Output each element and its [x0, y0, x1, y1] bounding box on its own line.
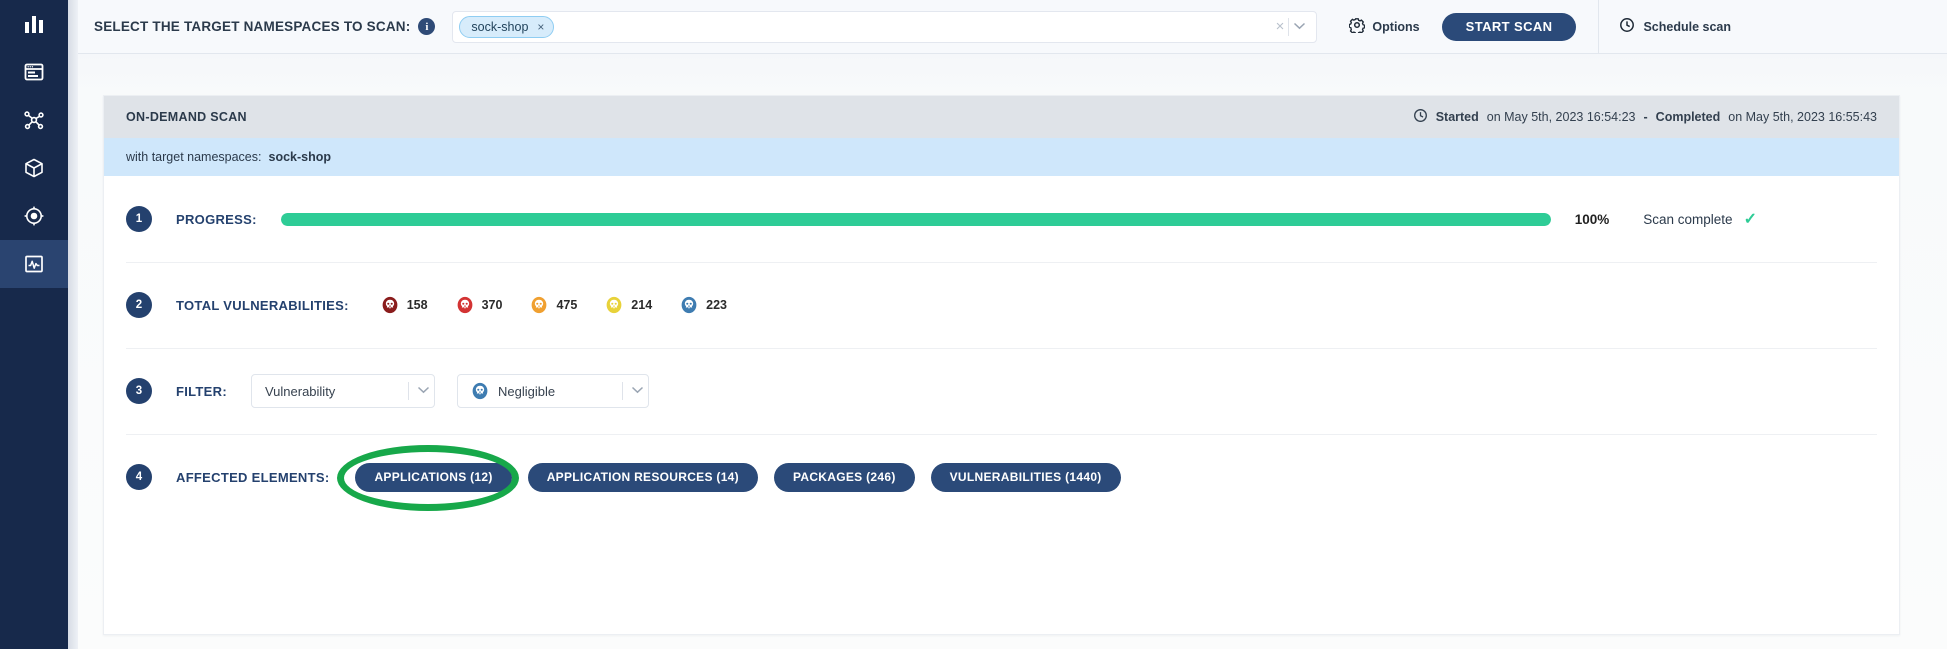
severity-counts: 158 370 475 214 223 — [381, 296, 727, 314]
affected-vulnerabilities-button[interactable]: VULNERABILITIES (1440) — [930, 462, 1121, 492]
schedule-scan-label: Schedule scan — [1643, 19, 1731, 34]
filter-type-value: Vulnerability — [264, 383, 336, 399]
browser-window-icon — [23, 61, 45, 83]
clock-icon — [1413, 108, 1428, 126]
chevron-down-icon[interactable] — [1293, 21, 1306, 33]
progress-status: Scan complete — [1643, 211, 1733, 227]
sidebar-item-scan-monitor[interactable] — [0, 240, 68, 288]
scan-summary-card: ON-DEMAND SCAN Started on May 5th, 2023 … — [103, 95, 1900, 635]
clear-icon[interactable]: × — [1276, 19, 1285, 34]
page-body: ON-DEMAND SCAN Started on May 5th, 2023 … — [78, 54, 1947, 649]
chevron-down-icon[interactable] — [631, 385, 644, 397]
target-namespace-label: with target namespaces: — [126, 150, 262, 164]
close-icon[interactable]: × — [537, 20, 544, 34]
field-controls: × — [1276, 17, 1311, 36]
total-vulnerabilities-label: TOTAL VULNERABILITIES: — [176, 297, 349, 313]
severity-critical: 158 — [381, 296, 428, 314]
filter-row: 3 FILTER: Vulnerability Negligible — [104, 348, 1899, 434]
severity-critical-icon — [381, 296, 399, 314]
affected-applications-button[interactable]: APPLICATIONS (12) — [355, 462, 512, 492]
card-title: ON-DEMAND SCAN — [126, 110, 247, 124]
severity-negligible: 223 — [680, 296, 727, 314]
severity-medium: 475 — [530, 296, 577, 314]
select-controls — [394, 382, 430, 400]
filter-label: FILTER: — [176, 383, 227, 399]
affected-elements-buttons: APPLICATIONS (12) APPLICATION RESOURCES (… — [337, 444, 1121, 511]
completed-label: Completed — [1655, 110, 1721, 124]
severity-critical-count: 158 — [406, 298, 428, 312]
filter-type-select[interactable]: Vulnerability — [250, 374, 435, 408]
chevron-down-icon[interactable] — [417, 385, 430, 397]
target-scan-icon — [23, 205, 45, 227]
started-label: Started — [1435, 110, 1479, 124]
affected-packages-button[interactable]: PACKAGES (246) — [773, 462, 915, 492]
divider — [621, 382, 623, 400]
card-header: ON-DEMAND SCAN Started on May 5th, 2023 … — [104, 96, 1899, 138]
progress-percent: 100% — [1574, 211, 1610, 227]
affected-application-resources-button[interactable]: APPLICATION RESOURCES (14) — [527, 462, 758, 492]
namespace-select-label: SELECT THE TARGET NAMESPACES TO SCAN: — [94, 19, 411, 34]
target-namespace-banner: with target namespaces: sock-shop — [104, 138, 1899, 176]
progress-label: PROGRESS: — [176, 211, 257, 227]
toolbar: SELECT THE TARGET NAMESPACES TO SCAN: i … — [78, 0, 1947, 54]
divider — [407, 382, 409, 400]
sidebar-item-topology[interactable] — [0, 96, 68, 144]
severity-negligible-icon — [471, 382, 489, 400]
severity-medium-count: 475 — [556, 298, 578, 312]
info-icon[interactable]: i — [418, 18, 436, 35]
namespace-chip-label: sock-shop — [471, 19, 529, 34]
step-number-2: 2 — [126, 292, 152, 318]
schedule-scan-button[interactable]: Schedule scan — [1619, 17, 1731, 36]
progress-bar — [280, 212, 1551, 226]
divider — [1288, 17, 1290, 36]
total-vulnerabilities-row: 2 TOTAL VULNERABILITIES: 158 370 475 214 223 — [104, 262, 1899, 348]
severity-low-count: 214 — [631, 298, 653, 312]
options-button[interactable]: Options — [1349, 17, 1420, 36]
filter-severity-value: Negligible — [497, 383, 556, 399]
namespace-chip[interactable]: sock-shop × — [459, 15, 555, 38]
step-number-4: 4 — [126, 464, 152, 490]
start-scan-button[interactable]: START SCAN — [1441, 12, 1577, 41]
step-number-3: 3 — [126, 378, 152, 404]
severity-low-icon — [605, 296, 623, 314]
severity-low: 214 — [605, 296, 652, 314]
namespace-select-input[interactable]: sock-shop × × — [452, 10, 1318, 43]
check-icon: ✓ — [1743, 211, 1757, 228]
timestamp-separator: - — [1643, 110, 1648, 124]
sidebar-item-targets[interactable] — [0, 192, 68, 240]
sidebar — [0, 0, 68, 649]
severity-medium-icon — [530, 296, 548, 314]
options-label: Options — [1372, 19, 1420, 34]
sidebar-divider — [68, 0, 78, 649]
gear-icon — [1349, 17, 1366, 36]
activity-monitor-icon — [23, 253, 45, 275]
network-nodes-icon — [23, 109, 45, 131]
severity-negligible-icon — [680, 296, 698, 314]
started-value: on May 5th, 2023 16:54:23 — [1486, 110, 1636, 124]
select-controls — [608, 382, 644, 400]
completed-value: on May 5th, 2023 16:55:43 — [1728, 110, 1877, 124]
severity-negligible-count: 223 — [706, 298, 728, 312]
bar-chart-icon — [23, 13, 45, 35]
affected-elements-label: AFFECTED ELEMENTS: — [176, 469, 330, 485]
progress-row: 1 PROGRESS: 100% Scan complete ✓ — [104, 176, 1899, 262]
clock-icon — [1619, 17, 1635, 36]
progress-bar-fill — [280, 212, 1551, 226]
toolbar-divider — [1598, 0, 1600, 54]
severity-high-count: 370 — [481, 298, 503, 312]
filter-severity-select[interactable]: Negligible — [456, 374, 649, 408]
sidebar-item-dashboard-analytics[interactable] — [0, 0, 68, 48]
package-box-icon — [23, 157, 45, 179]
sidebar-item-reports[interactable] — [0, 48, 68, 96]
severity-high: 370 — [456, 296, 503, 314]
scan-timestamps: Started on May 5th, 2023 16:54:23 - Comp… — [1413, 108, 1877, 126]
target-namespace-value: sock-shop — [268, 150, 332, 164]
step-number-1: 1 — [126, 206, 152, 232]
affected-elements-row: 4 AFFECTED ELEMENTS: APPLICATIONS (12) AP… — [104, 434, 1899, 520]
sidebar-item-packages[interactable] — [0, 144, 68, 192]
severity-high-icon — [456, 296, 474, 314]
